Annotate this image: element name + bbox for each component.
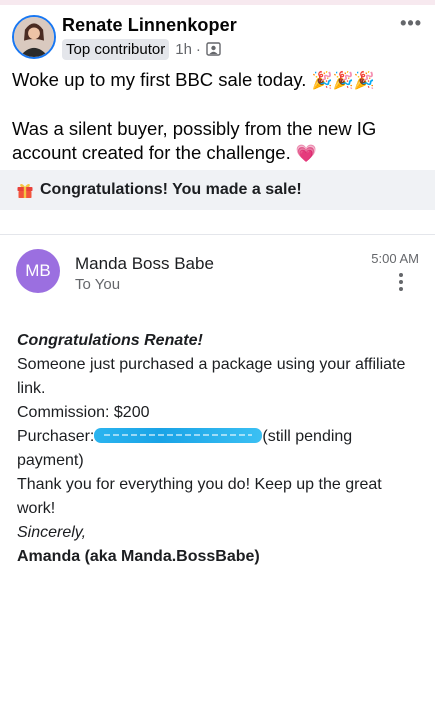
sparkling-heart-emoji: 💗 [295,144,318,163]
author-avatar[interactable] [12,15,56,59]
email-header: MB Manda Boss Babe To You 5:00 AM [0,210,435,310]
post-text-2: Was a silent buyer, possibly from the ne… [12,118,377,163]
email-greeting: Congratulations Renate! [17,332,203,349]
email-signature: Amanda (aka Manda.BossBabe) [17,548,260,565]
more-options-icon[interactable]: ••• [400,14,422,32]
thanks-paragraph: Thank you for everything you do! Keep up… [17,476,382,517]
post-body: Woke up to my first BBC sale today. 🎉🎉🎉 … [12,68,424,166]
purchaser-label: Purchaser: [17,428,95,445]
email-body: Congratulations Renate! Someone just pur… [17,329,417,569]
party-popper-emojis: 🎉🎉🎉 [311,71,376,90]
author-name[interactable]: Renate Linnenkoper [62,15,237,36]
sender-name: Manda Boss Babe [75,254,214,273]
sender-avatar[interactable]: MB [16,249,60,293]
sale-notification-banner: Congratulations! You made a sale! [0,170,435,210]
top-strip [0,0,435,5]
email-timestamp: 5:00 AM [371,251,419,266]
post-text-1: Woke up to my first BBC sale today. [12,69,307,90]
recipient-label: To You [75,276,121,293]
email-signoff: Sincerely, [17,524,87,541]
email-more-icon[interactable] [397,273,405,291]
post-time[interactable]: 1h [175,41,192,58]
post-line-1: Woke up to my first BBC sale today. 🎉🎉🎉 [12,68,424,93]
gift-icon [16,181,34,199]
purchaser-line: Purchaser: (still pending payment) [17,425,417,473]
group-audience-icon [206,42,221,56]
redaction-scribble [94,428,263,443]
meta-separator: · [195,40,201,58]
email-paragraph-1: Someone just purchased a package using y… [17,356,406,397]
divider [0,234,435,235]
notification-text: Congratulations! You made a sale! [40,181,302,198]
post-line-2: Was a silent buyer, possibly from the ne… [12,117,424,166]
top-contributor-badge[interactable]: Top contributor [62,38,170,60]
commission-line: Commission: $200 [17,404,150,421]
post-meta: Top contributor 1h · [62,38,221,60]
profile-photo-icon [14,17,54,57]
post-header: Renate Linnenkoper Top contributor 1h · … [12,13,424,63]
